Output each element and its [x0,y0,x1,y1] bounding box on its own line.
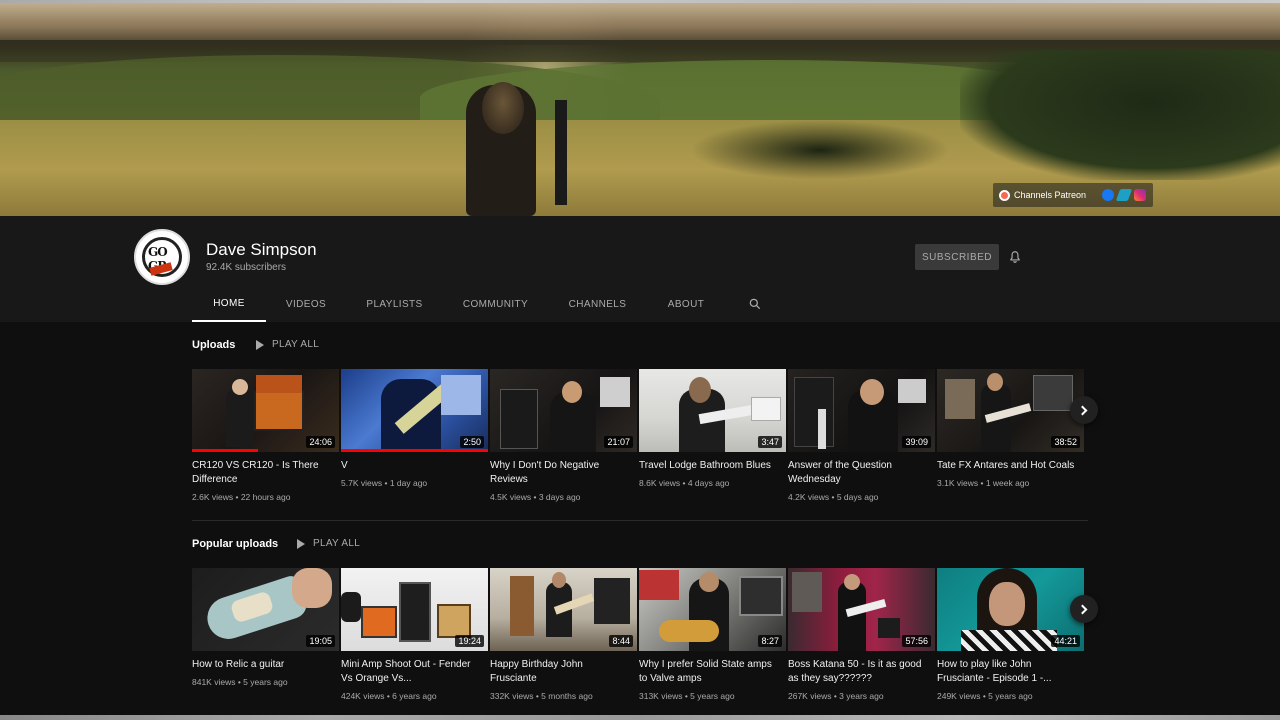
video-duration: 39:09 [902,436,931,448]
video-card[interactable]: 38:52 Tate FX Antares and Hot Coals 3.1K… [937,369,1084,502]
video-title[interactable]: How to play like John Frusciante - Episo… [937,658,1077,686]
video-duration: 8:27 [758,635,782,647]
video-thumbnail[interactable]: 24:06 [192,369,339,452]
video-meta: 424K views • 6 years ago [341,691,437,701]
video-title[interactable]: Tate FX Antares and Hot Coals [937,459,1077,473]
uploads-next-button[interactable] [1070,396,1098,424]
video-thumbnail[interactable]: 3:47 [639,369,786,452]
popular-shelf: 19:05 How to Relic a guitar 841K views •… [192,568,1084,701]
tab-community[interactable]: COMMUNITY [443,286,548,322]
video-card[interactable]: 19:24 Mini Amp Shoot Out - Fender Vs Ora… [341,568,488,701]
uploads-play-all[interactable]: PLAY ALL [256,339,319,350]
subscriber-count: 92.4K subscribers [206,262,287,273]
patreon-icon[interactable] [999,189,1010,201]
video-meta: 2.6K views • 22 hours ago [192,492,291,502]
video-duration: 57:56 [902,635,931,647]
video-title[interactable]: Boss Katana 50 - Is it as good as they s… [788,658,928,686]
video-title[interactable]: Why I Don't Do Negative Reviews [490,459,630,487]
video-meta: 4.2K views • 5 days ago [788,492,879,502]
video-meta: 332K views • 5 months ago [490,691,593,701]
bell-icon[interactable] [1008,250,1022,264]
video-thumbnail[interactable]: 44:21 [937,568,1084,651]
video-card[interactable]: 24:06 CR120 VS CR120 - Is There Differen… [192,369,339,502]
video-card[interactable]: 8:44 Happy Birthday John Frusciante 332K… [490,568,637,701]
video-title[interactable]: Happy Birthday John Frusciante [490,658,630,686]
video-duration: 19:24 [455,635,484,647]
watch-progress [192,449,259,452]
popular-title[interactable]: Popular uploads [192,538,278,550]
channel-tabs: HOME VIDEOS PLAYLISTS COMMUNITY CHANNELS… [192,286,725,322]
popular-next-button[interactable] [1070,595,1098,623]
video-duration: 19:05 [306,635,335,647]
video-duration: 44:21 [1051,635,1080,647]
video-thumbnail[interactable]: 39:09 [788,369,935,452]
video-meta: 4.5K views • 3 days ago [490,492,581,502]
video-thumbnail[interactable]: 8:27 [639,568,786,651]
video-meta: 8.6K views • 4 days ago [639,478,730,488]
video-meta: 3.1K views • 1 week ago [937,478,1030,488]
video-thumbnail[interactable]: 38:52 [937,369,1084,452]
video-title[interactable]: How to Relic a guitar [192,658,332,672]
video-title[interactable]: V [341,459,481,473]
video-meta: 249K views • 5 years ago [937,691,1033,701]
video-thumbnail[interactable]: 57:56 [788,568,935,651]
play-all-label: PLAY ALL [313,538,361,549]
video-card[interactable]: 39:09 Answer of the Question Wednesday 4… [788,369,935,502]
video-thumbnail[interactable]: 21:07 [490,369,637,452]
video-duration: 24:06 [306,436,335,448]
tab-videos[interactable]: VIDEOS [266,286,346,322]
video-duration: 8:44 [609,635,633,647]
banner-links: Channels Patreon [993,183,1153,207]
video-thumbnail[interactable]: 19:24 [341,568,488,651]
video-duration: 2:50 [460,436,484,448]
video-meta: 841K views • 5 years ago [192,677,288,687]
video-card[interactable]: 21:07 Why I Don't Do Negative Reviews 4.… [490,369,637,502]
video-card[interactable]: 44:21 How to play like John Frusciante -… [937,568,1084,701]
video-title[interactable]: Why I prefer Solid State amps to Valve a… [639,658,779,686]
tab-home[interactable]: HOME [192,286,266,322]
section-divider [192,520,1088,521]
video-title[interactable]: Mini Amp Shoot Out - Fender Vs Orange Vs… [341,658,481,686]
video-card[interactable]: 57:56 Boss Katana 50 - Is it as good as … [788,568,935,701]
chevron-right-icon [1077,604,1088,614]
video-duration: 3:47 [758,436,782,448]
video-card[interactable]: 3:47 Travel Lodge Bathroom Blues 8.6K vi… [639,369,786,502]
video-title[interactable]: CR120 VS CR120 - Is There Difference [192,459,332,487]
video-card[interactable]: 19:05 How to Relic a guitar 841K views •… [192,568,339,701]
tab-about[interactable]: ABOUT [647,286,725,322]
tab-playlists[interactable]: PLAYLISTS [346,286,443,322]
patreon-link[interactable]: Channels Patreon [1014,190,1086,200]
video-title[interactable]: Travel Lodge Bathroom Blues [639,459,779,473]
uploads-title[interactable]: Uploads [192,339,235,351]
bandcamp-icon[interactable] [1115,189,1133,201]
play-all-label: PLAY ALL [272,339,320,350]
chevron-right-icon [1077,405,1088,415]
channel-name: Dave Simpson [206,240,317,259]
facebook-icon[interactable] [1102,189,1115,201]
play-icon [256,339,264,350]
video-thumbnail[interactable]: 8:44 [490,568,637,651]
video-meta: 267K views • 3 years ago [788,691,884,701]
channel-banner: Channels Patreon [0,0,1280,216]
video-title[interactable]: Answer of the Question Wednesday [788,459,928,487]
video-thumbnail[interactable]: 2:50 [341,369,488,452]
video-card[interactable]: 2:50 V 5.7K views • 1 day ago [341,369,488,502]
channel-avatar[interactable]: GOGR [134,229,190,285]
watch-progress [341,449,488,452]
subscribed-button[interactable]: SUBSCRIBED [915,244,999,270]
play-icon [297,538,305,549]
tab-channels[interactable]: CHANNELS [548,286,647,322]
video-meta: 5.7K views • 1 day ago [341,478,428,488]
video-meta: 313K views • 5 years ago [639,691,735,701]
video-duration: 38:52 [1051,436,1080,448]
popular-play-all[interactable]: PLAY ALL [297,538,360,549]
video-thumbnail[interactable]: 19:05 [192,568,339,651]
uploads-shelf: 24:06 CR120 VS CR120 - Is There Differen… [192,369,1084,502]
video-card[interactable]: 8:27 Why I prefer Solid State amps to Va… [639,568,786,701]
search-icon[interactable] [748,297,762,311]
video-duration: 21:07 [604,436,633,448]
instagram-icon[interactable] [1134,189,1147,201]
